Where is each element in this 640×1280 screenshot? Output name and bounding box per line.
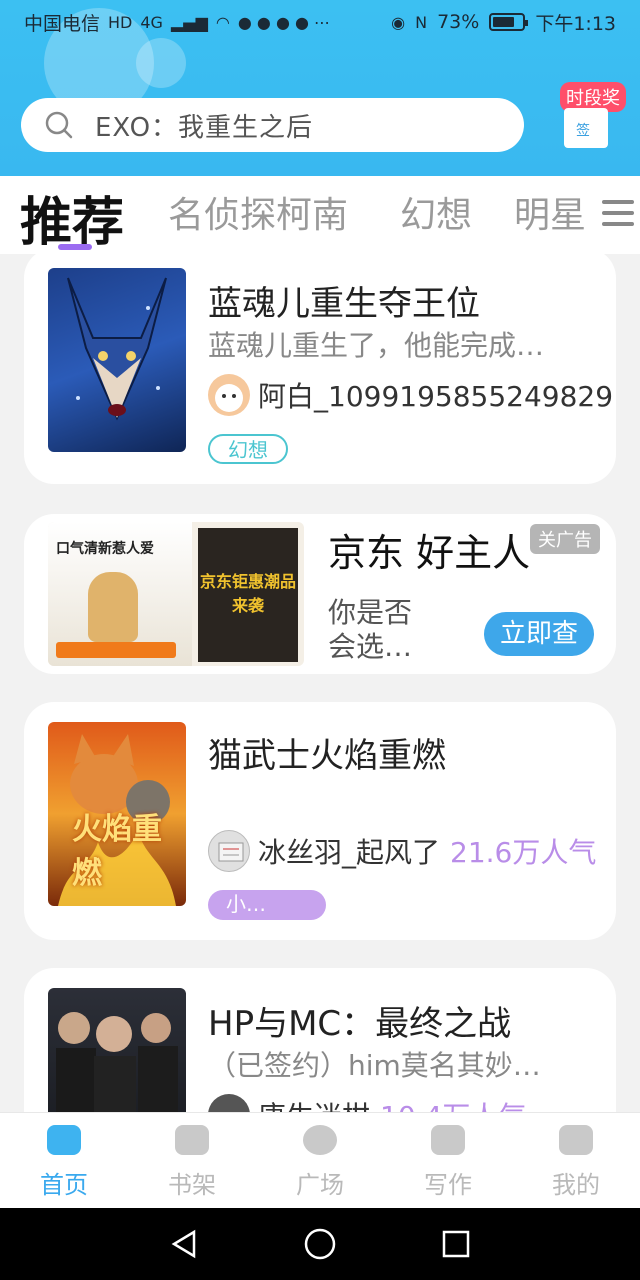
eye-icon: ◉ [391,12,406,32]
book-cover[interactable]: 火焰重燃 [48,722,186,906]
gift-icon: 签 [564,108,608,148]
popularity: 21.6万人气 [450,836,597,869]
story-card[interactable]: HP与MC：最终之战 （已签约）him莫名其妙… 唐生迷柑 10.4万人气 [24,968,616,1112]
author-row[interactable]: 唐生迷柑 10.4万人气 [208,1094,526,1112]
battery-icon [489,13,529,31]
home-circle-icon[interactable] [302,1226,338,1262]
genre-tag[interactable]: 小… [208,890,326,920]
nav-label: 首页 [40,1171,88,1199]
nav-profile[interactable]: 我的 [512,1121,640,1200]
clock: 下午1:13 [535,12,616,35]
profile-icon [559,1125,593,1155]
close-ad-button[interactable]: 关广告 [530,524,600,554]
bottom-nav: 首页 书架 广场 写作 我的 [0,1112,640,1208]
nav-label: 我的 [552,1171,600,1199]
tab-detective-conan[interactable]: 名侦探柯南 [168,186,348,238]
decor-bubble [136,38,186,88]
ad-image-left: 口气清新惹人爱 [48,522,192,666]
ad-cta-button[interactable]: 立即查 [484,612,594,656]
ad-title[interactable]: 京东 好主人 [328,522,530,577]
active-tab-indicator [58,244,92,250]
back-icon[interactable] [166,1226,202,1262]
nfc-icon: N [415,12,428,32]
nav-home[interactable]: 首页 [0,1121,128,1200]
story-title[interactable]: 猫武士火焰重燃 [208,728,446,777]
feed-list[interactable]: 蓝魂儿重生夺王位 蓝魂儿重生了，他能完成… 阿白_109919585524982… [0,254,640,1112]
bookshelf-icon [175,1125,209,1155]
ad-image-right: 京东钜惠潮品来袭 [198,528,298,662]
cover-text: 火焰重燃 [72,812,162,891]
nav-label: 书架 [168,1171,216,1199]
notification-icons: ● ● ● ● ⋯ [237,12,331,32]
nav-plaza[interactable]: 广场 [256,1121,384,1200]
nav-bookshelf[interactable]: 书架 [128,1121,256,1200]
network-label: 4G [140,12,163,32]
story-title[interactable]: HP与MC：最终之战 [208,996,511,1045]
home-icon [47,1125,81,1155]
author-name: 唐生迷柑 [258,1095,370,1112]
write-icon [431,1125,465,1155]
battery-fill [493,17,514,27]
story-card[interactable]: 火焰重燃 猫武士火焰重燃 冰丝羽_起风了 21.6万人气 小… [24,702,616,940]
avatar [208,374,250,416]
ad-card[interactable]: 口气清新惹人爱 京东钜惠潮品来袭 京东 好主人 关广告 你是否会选… 立即查 [24,514,616,674]
ad-image[interactable]: 口气清新惹人爱 京东钜惠潮品来袭 [48,522,304,666]
dog-shape [88,572,138,642]
header: 中国电信 HD 4G ▂▄▆ ◠ ● ● ● ● ⋯ ◉ N 73% 下午1:1… [0,0,640,176]
search-placeholder: EXO：我重生之后 [95,112,314,143]
nav-label: 写作 [424,1171,472,1199]
author-row[interactable]: 阿白_10991958552498291 1 [208,374,616,416]
author-row[interactable]: 冰丝羽_起风了 21.6万人气 [208,830,596,872]
ad-desc: 你是否会选… [328,596,413,663]
nav-label: 广场 [296,1171,344,1199]
nav-write[interactable]: 写作 [384,1121,512,1200]
book-cover[interactable] [48,268,186,452]
status-bar: 中国电信 HD 4G ▂▄▆ ◠ ● ● ● ● ⋯ ◉ N 73% 下午1:1… [0,0,640,44]
system-nav-bar [0,1208,640,1280]
plaza-icon [303,1125,337,1155]
author-name: 冰丝羽_起风了 [258,836,441,869]
battery-percent: 73% [437,11,480,33]
story-card[interactable]: 蓝魂儿重生夺王位 蓝魂儿重生了，他能完成… 阿白_109919585524982… [24,254,616,484]
checkin-gift-button[interactable]: 时段奖 签 [550,82,626,152]
story-desc: （已签约）him莫名其妙… [208,1049,541,1082]
book-cover[interactable] [48,988,186,1112]
recents-icon[interactable] [438,1226,474,1262]
avatar [208,830,250,872]
ad-mat [56,642,176,658]
tab-fantasy[interactable]: 幻想 [400,186,472,238]
category-tabs: 推荐 名侦探柯南 幻想 明星 [0,176,640,254]
story-desc: 蓝魂儿重生了，他能完成… [208,329,545,362]
popularity: 10.4万人气 [380,1095,526,1112]
tab-star[interactable]: 明星 [514,186,586,238]
story-title[interactable]: 蓝魂儿重生夺王位 [208,276,480,325]
ad-image-text: 口气清新惹人爱 [56,541,154,557]
carrier-label: 中国电信 [24,12,101,35]
category-menu-icon[interactable] [602,200,634,234]
search-bar[interactable]: EXO：我重生之后 [21,98,524,152]
gift-box-label: 签 [576,123,590,139]
search-icon [45,111,73,139]
hd-icon: HD [108,12,133,32]
author-name: 阿白_10991958552498291 [258,380,616,413]
wifi-icon: ◠ [215,12,230,32]
genre-tag[interactable]: 幻想 [208,434,288,464]
signal-icon: ▂▄▆ [170,12,208,32]
avatar [208,1094,250,1112]
